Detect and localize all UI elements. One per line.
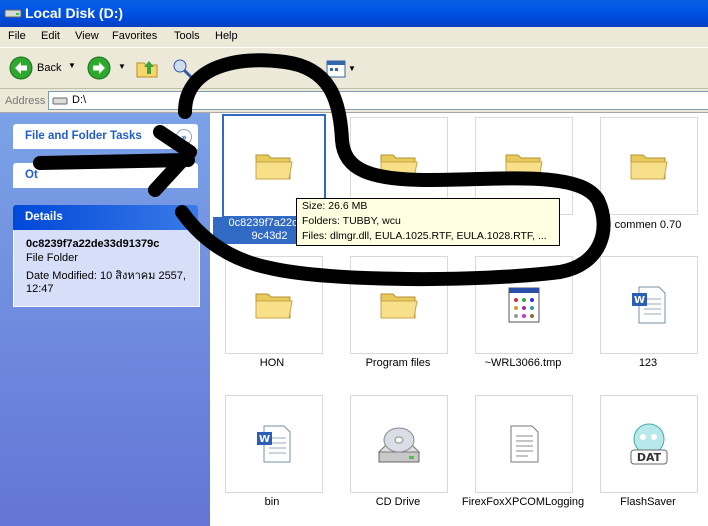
menu-edit[interactable]: Edit [41,30,60,42]
file-label: FlashSaver [620,496,676,508]
window-title: Local Disk (D:) [25,5,124,21]
file-label: HON [259,357,285,369]
file-item[interactable] [225,256,323,354]
folder-icon [255,154,293,180]
back-button[interactable]: Back ▼ [6,55,80,81]
cd-drive-icon [377,427,421,463]
menu-file[interactable]: File [8,30,26,42]
file-label: CD Drive [375,496,421,508]
search-icon[interactable] [170,56,194,80]
file-item[interactable] [350,395,448,493]
menu-favorites[interactable]: Favorites [112,30,157,42]
folder-icon [255,293,293,319]
details-date-modified: Date Modified: 10 สิงหาคม 2557, 12:47 [26,270,186,295]
file-label: Program files [365,357,431,369]
up-folder-button[interactable] [134,55,160,81]
file-item[interactable] [350,256,448,354]
tmp-file-icon [508,287,540,323]
dat-badge-text: DAT [637,451,662,464]
address-label: Address [5,95,46,107]
dat-file-icon: DAT [630,423,668,465]
menu-bar: File Edit View Favorites Tools Help [0,27,708,48]
details-title: Details [25,211,63,223]
forward-button[interactable] [87,56,111,80]
drive-icon [52,97,68,105]
other-places-title: Ot [25,169,38,181]
address-bar: Address D:\ [0,89,708,113]
address-input[interactable]: D:\ [48,91,708,110]
file-folder-tasks-title: File and Folder Tasks [25,130,142,142]
folder-icon [505,154,543,180]
details-type: File Folder [26,252,78,264]
file-label: commen 0.70 [614,219,682,231]
file-item[interactable]: W [600,256,698,354]
folder-icon [380,154,418,180]
menu-tools[interactable]: Tools [174,30,200,42]
other-places-header[interactable]: Ot [13,163,198,188]
tooltip-size: Size: 26.6 MB [302,200,368,212]
file-item[interactable]: DAT [600,395,698,493]
menu-help[interactable]: Help [215,30,238,42]
word-doc-icon: W [257,425,291,463]
back-label: Back [37,62,62,74]
collapse-icon[interactable]: » [176,129,192,145]
file-item[interactable]: W [225,395,323,493]
file-label: ~WRL3066.tmp [484,357,562,369]
file-item[interactable] [475,256,573,354]
details-body: 0c8239f7a22de33d91379c File Folder Date … [13,230,200,307]
back-dropdown-icon[interactable]: ▼ [68,61,76,70]
file-label: 123 [638,357,658,369]
folder-icon [380,293,418,319]
drive-icon [4,9,22,18]
toolbar: Back ▼ ▼ ▼ [0,48,708,89]
details-header[interactable]: Details [13,205,198,230]
file-label: FirexFoxXPCOMLogging [461,496,585,508]
svg-text:W: W [634,295,645,306]
title-bar: Local Disk (D:) [0,0,708,27]
svg-text:W: W [259,434,270,445]
views-icon[interactable] [326,60,346,78]
back-arrow-icon [9,56,33,80]
address-value: D:\ [72,94,87,106]
folder-icon [630,154,668,180]
tooltip-folders: Folders: TUBBY, wcu [302,215,401,227]
tooltip-files: Files: dlmgr.dll, EULA.1025.RTF, EULA.10… [302,230,547,242]
text-file-icon [510,425,539,463]
details-name: 0c8239f7a22de33d91379c [26,238,160,250]
file-item[interactable] [600,117,698,215]
forward-dropdown-icon[interactable]: ▼ [118,62,126,71]
word-doc-icon: W [632,286,666,324]
info-tooltip: Size: 26.6 MB Folders: TUBBY, wcu Files:… [296,198,560,246]
file-label: bin [264,496,280,508]
file-folder-tasks-header[interactable]: File and Folder Tasks » [13,124,198,149]
file-item[interactable] [475,395,573,493]
menu-view[interactable]: View [75,30,99,42]
views-dropdown-icon[interactable]: ▼ [348,64,356,73]
